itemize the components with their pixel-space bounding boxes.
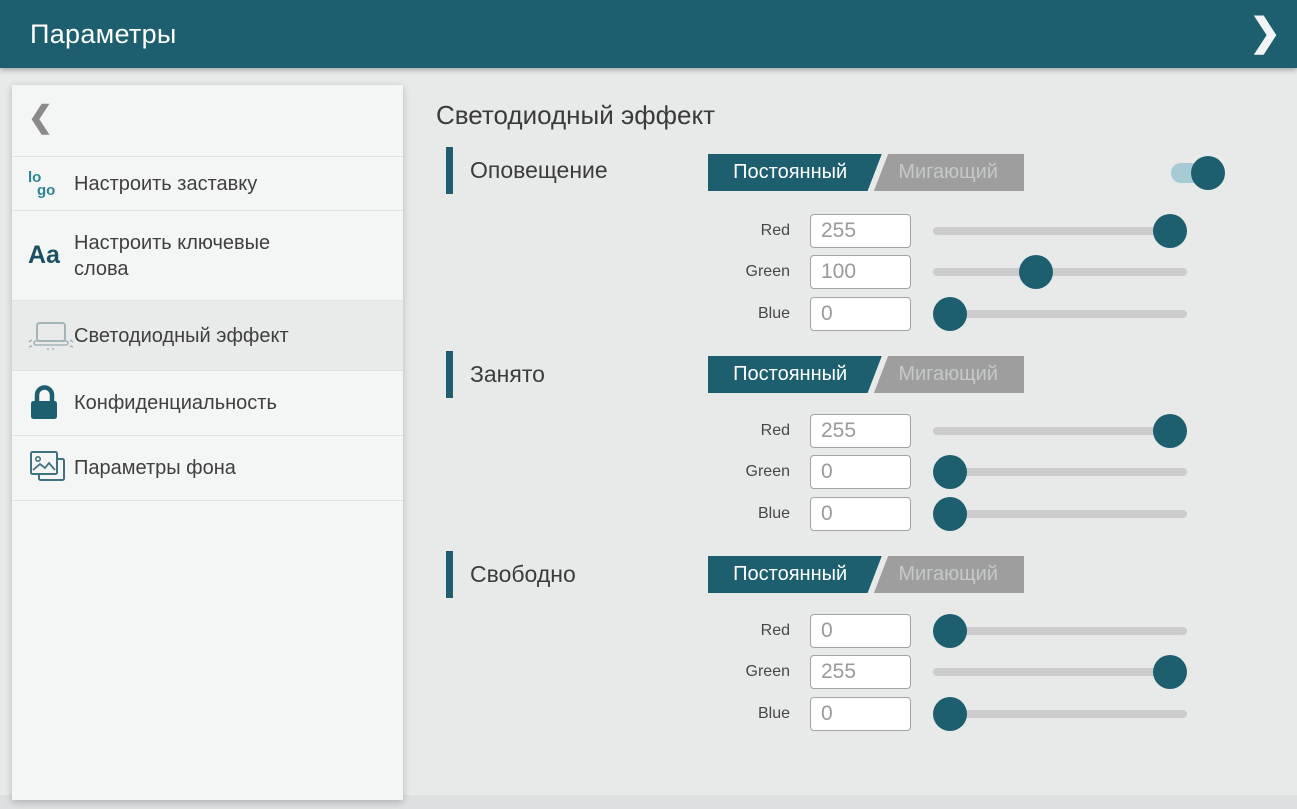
toggle-thumb (1191, 156, 1225, 190)
alert-red-input[interactable] (810, 214, 911, 248)
mode-segmented-control-busy: Постоянный Мигающий (708, 356, 1024, 393)
alert-blue-slider[interactable] (933, 297, 1187, 331)
page-title: Параметры (30, 0, 177, 68)
green-label: Green (670, 255, 790, 289)
sidebar-item-background[interactable]: Параметры фона (12, 436, 403, 501)
alert-green-input[interactable] (810, 255, 911, 289)
mode-segmented-control-free: Постоянный Мигающий (708, 556, 1024, 593)
forward-chevron-icon[interactable]: ❯ (1249, 0, 1281, 66)
busy-green-slider[interactable] (933, 455, 1187, 489)
images-icon (12, 449, 74, 487)
slider-thumb[interactable] (1153, 655, 1187, 689)
logo-icon: logo (12, 171, 74, 197)
alert-red-slider[interactable] (933, 214, 1187, 248)
section-name-free: Свободно (470, 551, 576, 598)
slider-thumb[interactable] (1153, 414, 1187, 448)
slider-thumb[interactable] (933, 697, 967, 731)
slider-track[interactable] (933, 668, 1187, 676)
section-accent-bar (446, 351, 453, 398)
sidebar-item-keywords[interactable]: Aa Настроить ключевые слова (12, 211, 403, 301)
busy-red-slider[interactable] (933, 414, 1187, 448)
slider-track[interactable] (933, 510, 1187, 518)
slider-track[interactable] (933, 627, 1187, 635)
section-name-busy: Занято (470, 351, 545, 398)
back-chevron-icon[interactable]: ❮ (28, 100, 53, 135)
sidebar-back-row: ❮ (12, 85, 403, 157)
red-label: Red (670, 214, 790, 248)
free-red-input[interactable] (810, 614, 911, 648)
app-header: Параметры ❯ (0, 0, 1297, 68)
lock-icon (12, 384, 74, 422)
busy-green-input[interactable] (810, 455, 911, 489)
mode-blinking-label[interactable]: Мигающий (898, 356, 998, 393)
alert-green-slider[interactable] (933, 255, 1187, 289)
sidebar-item-led-effect[interactable]: Светодиодный эффект (12, 301, 403, 371)
sidebar-item-label: Светодиодный эффект (74, 323, 403, 349)
red-label: Red (670, 414, 790, 448)
green-label: Green (670, 655, 790, 689)
busy-red-input[interactable] (810, 414, 911, 448)
sidebar-item-label: Настроить заставку (74, 171, 403, 197)
alert-blue-input[interactable] (810, 297, 911, 331)
section-accent-bar (446, 551, 453, 598)
display-icon (12, 320, 74, 352)
green-label: Green (670, 455, 790, 489)
free-green-slider[interactable] (933, 655, 1187, 689)
mode-blinking-label[interactable]: Мигающий (898, 556, 998, 593)
slider-track[interactable] (933, 710, 1187, 718)
keywords-aa-icon: Aa (12, 241, 74, 270)
slider-thumb[interactable] (933, 497, 967, 531)
free-blue-slider[interactable] (933, 697, 1187, 731)
slider-track[interactable] (933, 310, 1187, 318)
blue-label: Blue (670, 297, 790, 331)
free-red-slider[interactable] (933, 614, 1187, 648)
sidebar-item-privacy[interactable]: Конфиденциальность (12, 371, 403, 436)
slider-track[interactable] (933, 468, 1187, 476)
settings-page: Параметры ❯ ❮ logo Настроить заставку Aa… (0, 0, 1297, 809)
slider-track[interactable] (933, 268, 1187, 276)
blue-label: Blue (670, 697, 790, 731)
busy-blue-input[interactable] (810, 497, 911, 531)
slider-track[interactable] (933, 227, 1187, 235)
slider-thumb[interactable] (933, 455, 967, 489)
mode-solid-label[interactable]: Постоянный (733, 356, 847, 393)
blue-label: Blue (670, 497, 790, 531)
section-accent-bar (446, 147, 453, 194)
mode-blinking-label[interactable]: Мигающий (898, 154, 998, 191)
busy-blue-slider[interactable] (933, 497, 1187, 531)
section-name-alert: Оповещение (470, 147, 608, 194)
slider-track[interactable] (933, 427, 1187, 435)
free-green-input[interactable] (810, 655, 911, 689)
slider-thumb[interactable] (1019, 255, 1053, 289)
sidebar-item-label: Конфиденциальность (74, 390, 403, 416)
settings-sidebar: ❮ logo Настроить заставку Aa Настроить к… (12, 85, 403, 800)
section-title: Светодиодный эффект (436, 100, 715, 131)
free-blue-input[interactable] (810, 697, 911, 731)
mode-solid-label[interactable]: Постоянный (733, 556, 847, 593)
sidebar-item-label: Параметры фона (74, 455, 403, 481)
mode-segmented-control-alert: Постоянный Мигающий (708, 154, 1024, 191)
sidebar-item-label: Настроить ключевые слова (74, 230, 314, 282)
slider-thumb[interactable] (1153, 214, 1187, 248)
sidebar-item-splash-screen[interactable]: logo Настроить заставку (12, 157, 403, 211)
mode-solid-label[interactable]: Постоянный (733, 154, 847, 191)
slider-thumb[interactable] (933, 297, 967, 331)
red-label: Red (670, 614, 790, 648)
slider-thumb[interactable] (933, 614, 967, 648)
alert-enabled-toggle[interactable] (1171, 155, 1227, 191)
